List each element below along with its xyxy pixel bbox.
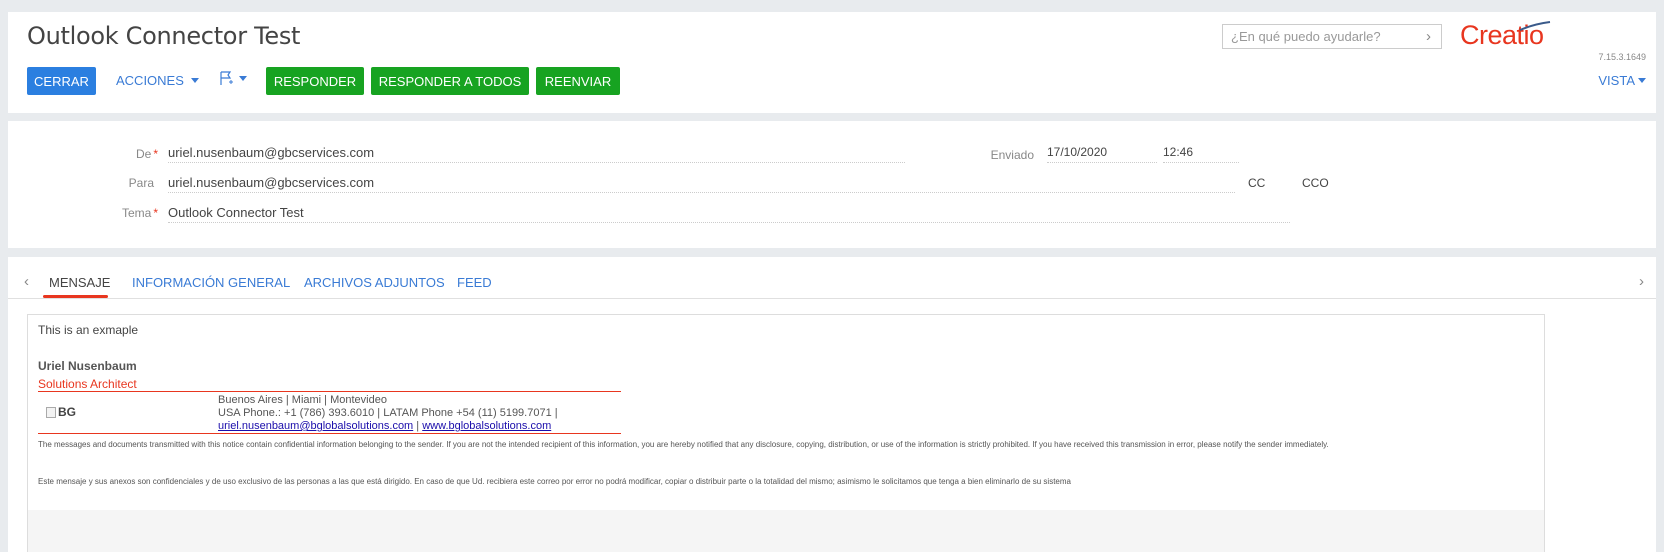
respond-all-button[interactable]: RESPONDER A TODOS bbox=[371, 67, 529, 95]
tab-message[interactable]: MENSAJE bbox=[49, 275, 110, 290]
version-label: 7.15.3.1649 bbox=[1598, 52, 1646, 62]
view-menu[interactable]: VISTA bbox=[1598, 73, 1646, 88]
flag-menu[interactable] bbox=[218, 70, 247, 86]
message-footer-area bbox=[28, 510, 1544, 552]
from-label: De * bbox=[78, 147, 158, 161]
forward-button[interactable]: REENVIAR bbox=[536, 67, 620, 95]
signature-divider bbox=[38, 391, 621, 392]
chevron-left-icon[interactable]: ‹ bbox=[24, 273, 29, 290]
signature-cities: Buenos Aires | Miami | Montevideo bbox=[218, 394, 387, 406]
search-placeholder: ¿En qué puedo ayudarle? bbox=[1231, 29, 1381, 44]
tab-feed[interactable]: FEED bbox=[457, 275, 492, 290]
subject-label: Tema * bbox=[78, 206, 158, 220]
page-header: Outlook Connector Test CERRAR ACCIONES R… bbox=[8, 12, 1656, 113]
message-body[interactable]: This is an exmaple Uriel Nusenbaum Solut… bbox=[27, 314, 1545, 552]
signature-logo-image: BG bbox=[46, 405, 76, 419]
chevron-right-icon[interactable]: › bbox=[1639, 273, 1644, 290]
to-field[interactable]: uriel.nusenbaum@gbcservices.com bbox=[168, 171, 1235, 193]
search-input[interactable]: ¿En qué puedo ayudarle? › bbox=[1222, 24, 1442, 49]
tab-attachments[interactable]: ARCHIVOS ADJUNTOS bbox=[304, 275, 445, 290]
logo-swoosh-icon bbox=[1519, 21, 1551, 31]
to-label: Para bbox=[128, 176, 154, 190]
signature-name: Uriel Nusenbaum bbox=[38, 359, 137, 373]
tab-bar: ‹ MENSAJE INFORMACIÓN GENERAL ARCHIVOS A… bbox=[8, 257, 1656, 299]
chevron-down-icon bbox=[1638, 78, 1646, 83]
tabs-panel: ‹ MENSAJE INFORMACIÓN GENERAL ARCHIVOS A… bbox=[8, 257, 1656, 552]
page-title: Outlook Connector Test bbox=[27, 22, 301, 50]
close-button[interactable]: CERRAR bbox=[27, 67, 96, 95]
tab-general-info[interactable]: INFORMACIÓN GENERAL bbox=[132, 275, 290, 290]
from-label-text: De bbox=[135, 147, 152, 161]
required-marker: * bbox=[153, 147, 158, 161]
subject-label-text: Tema bbox=[121, 206, 152, 220]
actions-label: ACCIONES bbox=[116, 73, 184, 88]
disclaimer-english: The messages and documents transmitted w… bbox=[38, 440, 1329, 449]
sent-date-field[interactable]: 17/10/2020 bbox=[1047, 141, 1157, 163]
cc-link[interactable]: CC bbox=[1248, 176, 1265, 190]
required-marker: * bbox=[153, 206, 158, 220]
sent-label: Enviado bbox=[990, 148, 1034, 162]
actions-menu[interactable]: ACCIONES bbox=[116, 73, 199, 88]
signature-title: Solutions Architect bbox=[38, 377, 137, 391]
signature-phones: USA Phone.: +1 (786) 393.6010 | LATAM Ph… bbox=[218, 407, 558, 419]
signature-links: uriel.nusenbaum@bglobalsolutions.com | w… bbox=[218, 420, 558, 433]
active-tab-indicator bbox=[43, 295, 108, 298]
message-text: This is an exmaple bbox=[38, 323, 139, 337]
view-label: VISTA bbox=[1598, 73, 1635, 88]
signature-divider bbox=[38, 433, 621, 434]
chevron-down-icon bbox=[190, 78, 199, 83]
signature-web-link[interactable]: www.bglobalsolutions.com bbox=[422, 420, 551, 432]
chevron-down-icon bbox=[239, 75, 247, 81]
respond-button[interactable]: RESPONDER bbox=[266, 67, 364, 95]
disclaimer-spanish: Este mensaje y sus anexos son confidenci… bbox=[38, 477, 1071, 486]
signature-logo-alt: BG bbox=[58, 405, 76, 419]
email-fields-panel: De * uriel.nusenbaum@gbcservices.com Para… bbox=[8, 121, 1656, 248]
from-field[interactable]: uriel.nusenbaum@gbcservices.com bbox=[168, 141, 905, 163]
sent-time-field[interactable]: 12:46 bbox=[1163, 141, 1239, 163]
flag-icon bbox=[220, 71, 233, 85]
broken-image-icon bbox=[46, 406, 56, 418]
subject-field[interactable]: Outlook Connector Test bbox=[168, 201, 1290, 223]
chevron-right-icon[interactable]: › bbox=[1426, 28, 1431, 45]
signature-info: Buenos Aires | Miami | Montevideo USA Ph… bbox=[218, 394, 558, 433]
bcc-link[interactable]: CCO bbox=[1302, 176, 1329, 190]
signature-separator: | bbox=[413, 420, 423, 432]
signature-email-link[interactable]: uriel.nusenbaum@bglobalsolutions.com bbox=[218, 420, 413, 432]
